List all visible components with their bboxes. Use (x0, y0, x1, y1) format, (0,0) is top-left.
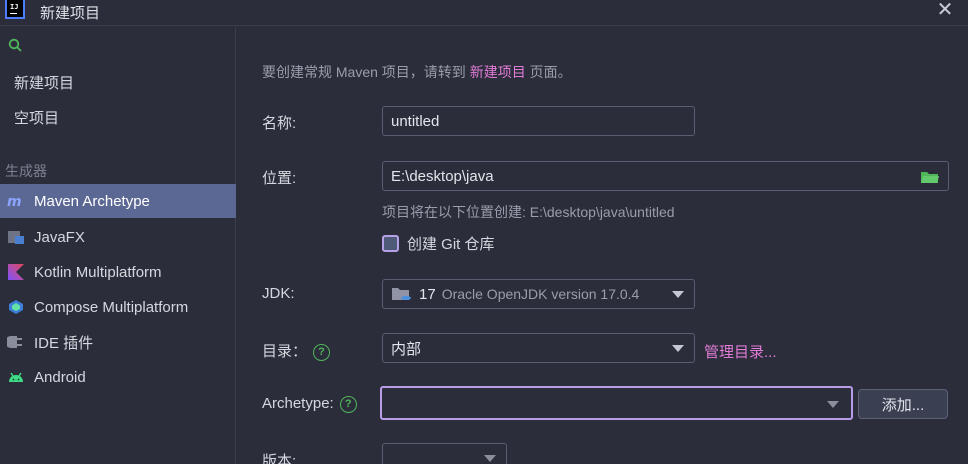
sidebar: 新建项目 空项目 生成器 m Maven Archetype JavaFX Ko… (0, 27, 236, 464)
location-value: E:\desktop\java (391, 167, 494, 185)
jdk-select[interactable]: 17 Oracle OpenJDK version 17.0.4 (382, 279, 695, 309)
sidebar-item-label: Android (34, 368, 86, 386)
archetype-label: Archetype:? (262, 395, 357, 413)
version-select[interactable] (382, 443, 507, 464)
create-git-repo-option[interactable]: 创建 Git 仓库 (382, 233, 495, 254)
archetype-label-text: Archetype: (262, 395, 334, 412)
hint-prefix: 要创建常规 Maven 项目，请转到 (262, 64, 466, 80)
sidebar-item-label: JavaFX (34, 228, 85, 246)
title-bar: IJ 新建项目 ✕ (0, 0, 968, 26)
main-panel: 要创建常规 Maven 项目，请转到 新建项目 页面。 名称: untitled… (237, 27, 968, 464)
sidebar-item-kotlin-multiplatform[interactable]: Kotlin Multiplatform (0, 255, 236, 289)
location-field[interactable]: E:\desktop\java (382, 161, 949, 191)
browse-folder-icon[interactable] (920, 169, 940, 185)
svg-text:m: m (7, 194, 22, 208)
catalog-select[interactable]: 内部 (382, 333, 695, 363)
intellij-app-icon: IJ (5, 0, 25, 19)
sidebar-search[interactable] (0, 27, 236, 63)
add-archetype-button[interactable]: 添加... (858, 389, 948, 419)
sidebar-item-label: Compose Multiplatform (34, 298, 189, 316)
help-icon[interactable]: ? (313, 343, 331, 361)
sidebar-item-maven-archetype[interactable]: m Maven Archetype (0, 184, 236, 218)
help-icon[interactable]: ? (339, 395, 357, 413)
javafx-icon (6, 227, 26, 247)
manage-catalogs-link[interactable]: 管理目录... (704, 341, 777, 362)
catalog-label: 目录：? (262, 340, 331, 361)
sidebar-item-label: 空项目 (14, 109, 60, 127)
sidebar-item-android[interactable]: Android (0, 360, 236, 394)
sidebar-item-new-project[interactable]: 新建项目 (0, 65, 236, 99)
catalog-value: 内部 (391, 340, 422, 358)
chevron-down-icon (484, 455, 496, 462)
kotlin-icon (6, 262, 26, 282)
sidebar-item-javafx[interactable]: JavaFX (0, 220, 236, 254)
sidebar-item-ide-plugin[interactable]: IDE 插件 (0, 325, 236, 359)
maven-hint: 要创建常规 Maven 项目，请转到 新建项目 页面。 (262, 62, 572, 82)
location-hint: 项目将在以下位置创建: E:\desktop\java\untitled (382, 204, 675, 220)
create-git-repo-label: 创建 Git 仓库 (407, 236, 495, 253)
sidebar-item-label: IDE 插件 (34, 334, 94, 352)
maven-icon: m (6, 191, 26, 211)
sidebar-item-label: Maven Archetype (34, 192, 150, 210)
chevron-down-icon (672, 345, 684, 352)
jdk-folder-icon (392, 288, 411, 300)
window-title: 新建项目 (40, 5, 101, 22)
sidebar-item-compose-multiplatform[interactable]: Compose Multiplatform (0, 290, 236, 324)
chevron-down-icon (827, 401, 839, 408)
plugin-icon (6, 332, 26, 352)
name-field[interactable]: untitled (382, 106, 695, 136)
android-icon (6, 367, 26, 387)
version-label: 版本: (262, 453, 297, 464)
jdk-label: JDK: (262, 285, 295, 302)
compose-icon (6, 297, 26, 317)
close-button[interactable]: ✕ (936, 0, 954, 20)
jdk-description: Oracle OpenJDK version 17.0.4 (441, 286, 640, 302)
create-git-repo-checkbox[interactable] (382, 235, 399, 252)
new-project-link[interactable]: 新建项目 (470, 64, 526, 80)
archetype-select[interactable] (380, 386, 853, 420)
name-value: untitled (391, 112, 440, 130)
sidebar-item-label: 新建项目 (14, 74, 75, 92)
chevron-down-icon (672, 291, 684, 298)
catalog-label-text: 目录： (262, 343, 308, 360)
jdk-version: 17 (419, 285, 436, 303)
location-label: 位置: (262, 170, 297, 187)
hint-suffix: 页面。 (529, 64, 572, 80)
sidebar-item-label: Kotlin Multiplatform (34, 263, 162, 281)
sidebar-item-empty-project[interactable]: 空项目 (0, 100, 236, 134)
generators-section-label: 生成器 (5, 163, 47, 179)
search-icon (8, 38, 22, 52)
name-label: 名称: (262, 115, 297, 132)
